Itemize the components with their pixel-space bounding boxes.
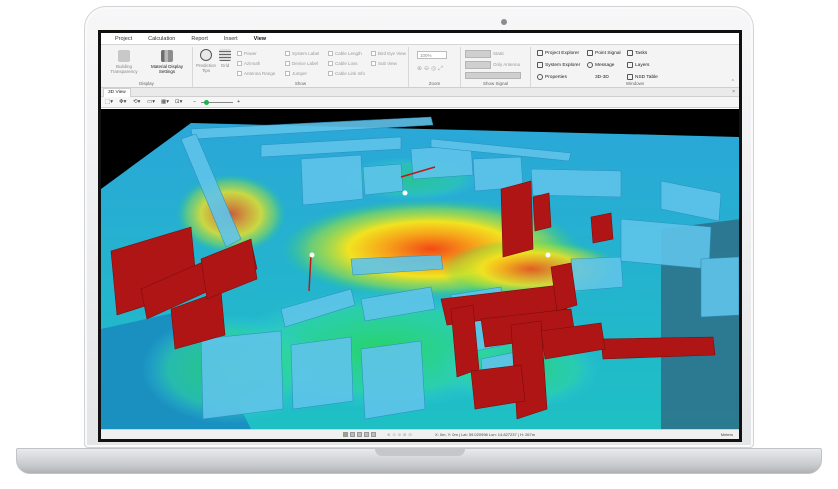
- 3d-3d-button[interactable]: 3D-3D: [587, 74, 609, 80]
- nsd-table-button[interactable]: NSD Table: [627, 74, 658, 80]
- device-label-checkbox[interactable]: Device Label: [285, 61, 318, 66]
- material-display-settings-button[interactable]: Material Display Settings: [145, 50, 189, 74]
- application-window: Project Calculation Report Insert View B…: [101, 33, 739, 439]
- material-icon: [161, 50, 173, 62]
- system-explorer-button[interactable]: System Explorer: [537, 62, 580, 68]
- nsd-table-icon: [627, 74, 633, 80]
- zoom-out-icon[interactable]: −: [193, 99, 196, 106]
- windows-group: Project Explorer System Explorer Propert…: [531, 47, 739, 87]
- show-signal-group: Static Only Antenna Show Signal: [461, 47, 531, 87]
- point-signal-icon: [587, 50, 593, 56]
- layers-icon: [627, 62, 633, 68]
- bird-eye-view-checkbox[interactable]: Bird Eye View: [371, 51, 406, 56]
- power-checkbox[interactable]: Power: [237, 51, 257, 56]
- speech-bubble-icon: [200, 49, 212, 61]
- azimuth-checkbox[interactable]: Azimuth: [237, 61, 260, 66]
- layers-button[interactable]: Layers: [627, 62, 649, 68]
- measure-tool-icon[interactable]: ▭▾: [147, 99, 155, 106]
- view-toolbar: ⬚▾ ✥▾ ⟲▾ ▭▾ ▦▾ ⊡▾ − +: [101, 97, 739, 108]
- tab-3d-view[interactable]: 3D View: [103, 88, 131, 97]
- zoom-slider-handle[interactable]: [204, 100, 209, 105]
- properties-button[interactable]: Properties: [537, 74, 567, 80]
- status-tool-icons[interactable]: ⊕⊙⊘⊞⊟: [387, 432, 414, 437]
- document-tab-bar: 3D View ×: [101, 88, 739, 97]
- tab-view[interactable]: View: [246, 33, 274, 45]
- message-button[interactable]: Message: [587, 62, 614, 68]
- signal-display-swatch[interactable]: [465, 72, 521, 79]
- show-group: Prediction Tips Grid Power Azimuth Anten…: [193, 47, 409, 87]
- prediction-tips-button[interactable]: Prediction Tips: [195, 49, 217, 73]
- antenna-range-checkbox[interactable]: Antenna Range: [237, 71, 275, 76]
- show-signal-group-label: Show Signal: [482, 81, 509, 86]
- cable-length-checkbox[interactable]: Cable Length: [328, 51, 362, 56]
- zoom-in-icon[interactable]: +: [237, 99, 240, 106]
- status-mode-button[interactable]: [350, 432, 355, 437]
- display-group: Building Transparency Material Display S…: [101, 47, 193, 87]
- display-group-label: Display: [139, 81, 154, 86]
- grid-icon: [219, 49, 231, 61]
- tasks-icon: [627, 50, 633, 56]
- tab-insert[interactable]: Insert: [216, 33, 246, 45]
- camera-mode-icon[interactable]: ⊡▾: [175, 99, 182, 106]
- project-explorer-button[interactable]: Project Explorer: [537, 50, 579, 56]
- status-mode-button[interactable]: [343, 432, 348, 437]
- status-bar: ⊕⊙⊘⊞⊟ X: 0m, Y: 0m | Lat: 59.020998 Lon:…: [101, 429, 739, 439]
- units-label: Meters: [720, 432, 733, 437]
- jumper-checkbox[interactable]: Jumper: [285, 71, 307, 76]
- sub-view-checkbox[interactable]: Sub View: [371, 61, 397, 66]
- collapse-ribbon-icon[interactable]: ⌃: [731, 79, 735, 85]
- building-icon: [118, 50, 130, 62]
- building-transparency-button[interactable]: Building Transparency: [107, 50, 141, 74]
- ribbon: Building Transparency Material Display S…: [101, 45, 739, 88]
- windows-group-label: Windows: [625, 81, 645, 86]
- coordinates-readout: X: 0m, Y: 0m | Lat: 59.020998 Lon: 14.82…: [435, 432, 536, 437]
- pan-tool-icon[interactable]: ✥▾: [119, 99, 126, 106]
- zoom-tool-icons[interactable]: ⊕⊖◎⤢: [417, 65, 445, 73]
- rotate-tool-icon[interactable]: ⟲▾: [133, 99, 140, 106]
- signal-level-swatch[interactable]: [465, 50, 491, 58]
- webcam-icon: [501, 19, 507, 25]
- static-option[interactable]: Static: [493, 51, 504, 56]
- tab-calculation[interactable]: Calculation: [140, 33, 183, 45]
- message-icon: [587, 62, 593, 68]
- system-explorer-icon: [537, 62, 543, 68]
- cable-loss-checkbox[interactable]: Cable Loss: [328, 61, 358, 66]
- close-icon[interactable]: ×: [732, 89, 735, 95]
- status-mode-button[interactable]: [364, 432, 369, 437]
- render-mode-icon[interactable]: ▦▾: [161, 99, 169, 106]
- system-label-checkbox[interactable]: System Label: [285, 51, 319, 56]
- antenna-icon: [309, 252, 315, 258]
- zoom-group-label: Zoom: [428, 81, 441, 86]
- tab-project[interactable]: Project: [107, 33, 140, 45]
- coverage-heatmap-canvas[interactable]: [101, 109, 739, 429]
- project-explorer-icon: [537, 50, 543, 56]
- zoom-level-select[interactable]: 100%: [417, 51, 447, 59]
- signal-antenna-swatch[interactable]: [465, 61, 491, 69]
- status-mode-button[interactable]: [357, 432, 362, 437]
- only-antenna-option[interactable]: Only Antenna: [493, 62, 520, 67]
- grid-button[interactable]: Grid: [217, 49, 233, 68]
- laptop-screen-bezel: Project Calculation Report Insert View B…: [98, 30, 742, 442]
- status-mode-button[interactable]: [371, 432, 376, 437]
- point-signal-button[interactable]: Point Signal: [587, 50, 621, 56]
- select-tool-icon[interactable]: ⬚▾: [105, 99, 113, 106]
- show-group-label: Show: [294, 81, 307, 86]
- ribbon-tab-bar: Project Calculation Report Insert View: [101, 33, 739, 45]
- antenna-icon: [402, 190, 408, 196]
- zoom-group: 100% ⊕⊖◎⤢ Zoom: [409, 47, 461, 87]
- laptop-base: [16, 448, 822, 474]
- antenna-icon: [545, 252, 551, 258]
- cable-link-info-checkbox[interactable]: Cable Link Info: [328, 71, 365, 76]
- tasks-button[interactable]: Tasks: [627, 50, 647, 56]
- 3d-coverage-view[interactable]: [101, 109, 739, 429]
- laptop-notch: [375, 449, 465, 456]
- properties-icon: [537, 74, 543, 80]
- 3d-icon: [587, 74, 593, 80]
- tab-report[interactable]: Report: [183, 33, 216, 45]
